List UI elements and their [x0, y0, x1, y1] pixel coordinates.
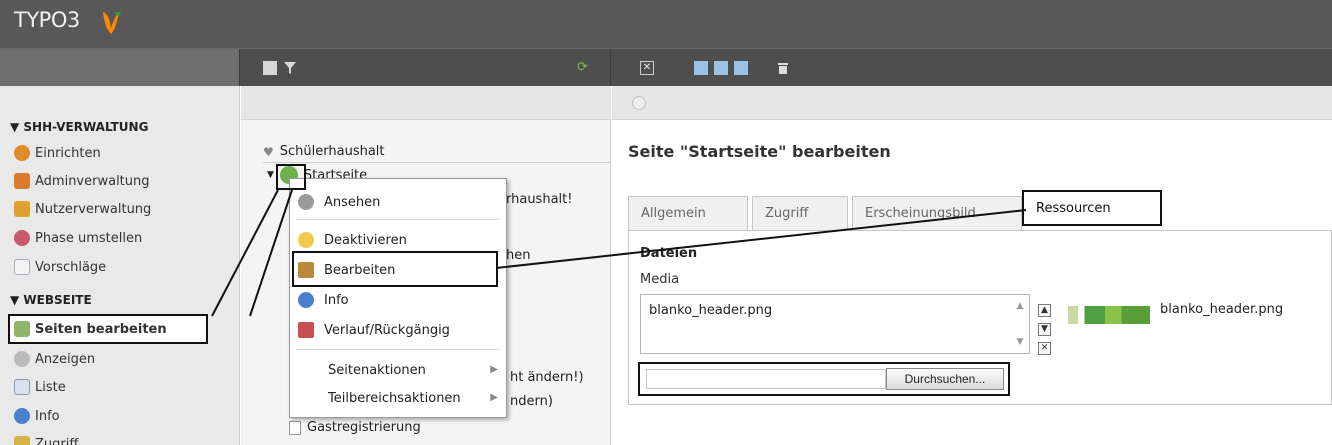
module-nutzerverwaltung[interactable]: Nutzerverwaltung	[14, 198, 151, 220]
module-info[interactable]: Info	[14, 405, 60, 427]
field-label-media: Media	[640, 272, 680, 287]
tree-node-partial-1[interactable]: rhaushalt!	[506, 192, 572, 207]
tree-node-partial-3[interactable]: ht ändern!)	[510, 370, 584, 385]
page-title: Seite "Startseite" bearbeiten	[628, 142, 891, 161]
help-icon[interactable]	[632, 96, 646, 110]
submenu-arrow-icon: ▶	[490, 392, 498, 403]
new-page-icon[interactable]	[263, 61, 277, 75]
delete-icon[interactable]	[776, 61, 790, 75]
eye-icon	[14, 351, 30, 367]
tree-filter-bar	[241, 86, 611, 120]
group-webseite[interactable]: ▼ WEBSEITE	[10, 293, 92, 307]
module-menu: ▼ SHH-VERWALTUNG Einrichten Adminverwalt…	[0, 86, 240, 445]
tab-erscheinungsbild[interactable]: Erscheinungsbild	[852, 196, 1022, 230]
module-zugriff[interactable]: Zugriff	[14, 433, 78, 445]
thumbnail-caption: blanko_header.png	[1160, 302, 1284, 317]
module-adminverwaltung[interactable]: Adminverwaltung	[14, 170, 150, 192]
ctx-seitenaktionen[interactable]: Seitenaktionen	[328, 357, 426, 383]
ctx-separator	[296, 349, 500, 350]
file-upload-input[interactable]	[646, 369, 886, 389]
history-icon	[298, 322, 314, 338]
module-menu-toolbar	[0, 49, 240, 86]
tree-divider	[263, 162, 611, 163]
media-file-list[interactable]: blanko_header.png ▲ ▼	[640, 294, 1030, 354]
ctx-deaktivieren[interactable]: Deaktivieren	[298, 227, 407, 253]
context-menu: Ansehen Deaktivieren Bearbeiten Info Ver…	[289, 178, 507, 418]
tree-toolbar: ⟳	[241, 49, 611, 86]
tree-node-partial-4[interactable]: ndern)	[510, 394, 553, 409]
content-docheader	[612, 86, 1332, 120]
close-icon[interactable]: ✕	[640, 61, 654, 75]
media-thumbnail	[1068, 306, 1150, 324]
tree-node-partial-2[interactable]: hen	[506, 248, 530, 263]
module-seiten-bearbeiten[interactable]: Seiten bearbeiten	[8, 314, 208, 344]
filter-icon[interactable]	[283, 61, 297, 75]
ctx-ansehen[interactable]: Ansehen	[298, 189, 380, 215]
ctx-separator	[296, 219, 500, 220]
ctx-bearbeiten[interactable]: Bearbeiten	[298, 257, 395, 283]
pencil-icon	[298, 262, 314, 278]
ctx-teilbereichsaktionen[interactable]: Teilbereichsaktionen	[328, 385, 461, 411]
save-view-icon[interactable]	[714, 61, 728, 75]
ctx-info[interactable]: Info	[298, 287, 349, 313]
typo3-logo-icon	[103, 12, 121, 34]
submenu-arrow-icon: ▶	[490, 364, 498, 375]
module-anzeigen[interactable]: Anzeigen	[14, 348, 95, 370]
users-icon	[14, 201, 30, 217]
scrollbar[interactable]: ▲ ▼	[1013, 297, 1027, 353]
tab-allgemein[interactable]: Allgemein	[628, 196, 748, 230]
module-liste[interactable]: Liste	[14, 376, 66, 398]
module-einrichten[interactable]: Einrichten	[14, 142, 101, 164]
file-list-item[interactable]: blanko_header.png	[649, 303, 772, 318]
lock-icon	[14, 436, 30, 445]
typo3-root-icon: ♥	[263, 144, 274, 159]
tab-ressourcen[interactable]: Ressourcen	[1022, 190, 1162, 226]
info-icon	[14, 408, 30, 424]
expand-arrow-icon[interactable]: ▼	[267, 170, 274, 180]
refresh-icon[interactable]: ⟳	[577, 61, 591, 75]
module-vorschlaege[interactable]: Vorschläge	[14, 256, 106, 278]
ctx-verlauf[interactable]: Verlauf/Rückgängig	[298, 317, 450, 343]
tree-node-gastregistrierung[interactable]: Gastregistrierung	[289, 420, 421, 435]
tab-zugriff[interactable]: Zugriff	[752, 196, 848, 230]
save-icon[interactable]	[694, 61, 708, 75]
info-icon	[298, 292, 314, 308]
content-area: Seite "Startseite" bearbeiten Allgemein …	[612, 86, 1332, 445]
save-close-icon[interactable]	[734, 61, 748, 75]
move-up-icon[interactable]: ▲	[1038, 304, 1051, 317]
eye-icon	[298, 194, 314, 210]
browse-button[interactable]: Durchsuchen...	[886, 368, 1004, 390]
toolbar: ⟳ ✕	[0, 48, 1332, 86]
phase-icon	[14, 230, 30, 246]
remove-file-icon[interactable]: ✕	[1038, 342, 1051, 355]
module-phase-umstellen[interactable]: Phase umstellen	[14, 227, 142, 249]
page-edit-icon	[14, 321, 30, 337]
list-icon	[14, 379, 30, 395]
setup-icon	[14, 145, 30, 161]
tree-root[interactable]: ♥ Schülerhaushalt	[263, 144, 385, 159]
document-icon	[14, 259, 30, 275]
group-shh-verwaltung[interactable]: ▼ SHH-VERWALTUNG	[10, 120, 148, 134]
top-bar: TYPO3	[0, 0, 1332, 48]
typo3-logo[interactable]: TYPO3	[14, 8, 80, 32]
admin-users-icon	[14, 173, 30, 189]
section-dateien: Dateien	[640, 246, 698, 261]
move-down-icon[interactable]: ▼	[1038, 323, 1051, 336]
page-icon	[289, 420, 301, 435]
lightbulb-icon	[298, 232, 314, 248]
tree-node-highlight-box	[276, 164, 306, 190]
file-upload-box: Durchsuchen...	[638, 362, 1010, 396]
